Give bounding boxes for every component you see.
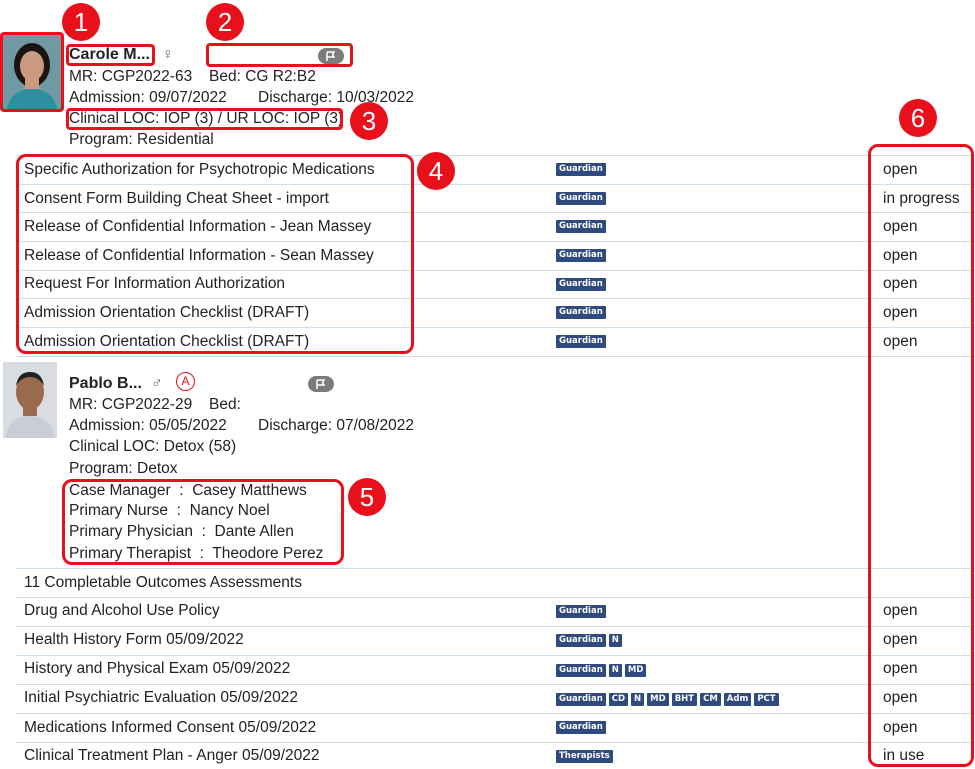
row-divider bbox=[16, 742, 975, 743]
row-divider bbox=[16, 713, 975, 714]
annotation-box-name bbox=[66, 44, 155, 66]
patient2-program: Program: Detox bbox=[69, 460, 178, 477]
form-title[interactable]: Initial Psychiatric Evaluation 05/09/202… bbox=[24, 688, 298, 708]
patient1-gender-icon: ♀ bbox=[162, 46, 174, 63]
row-divider bbox=[16, 597, 975, 598]
role-badges: Guardian N bbox=[556, 634, 622, 647]
form-title[interactable]: Medications Informed Consent 05/09/2022 bbox=[24, 718, 316, 738]
annotation-box-care-team bbox=[62, 479, 344, 565]
form-title[interactable]: Clinical Treatment Plan - Anger 05/09/20… bbox=[24, 746, 320, 766]
role-badge: Guardian bbox=[556, 664, 606, 677]
role-badge: Guardian bbox=[556, 192, 606, 205]
patient2-name[interactable]: Pablo B... bbox=[69, 374, 142, 394]
role-badges: Guardian bbox=[556, 605, 606, 618]
role-badges: Guardian bbox=[556, 721, 606, 734]
role-badge: Guardian bbox=[556, 605, 606, 618]
role-badges: Guardian bbox=[556, 163, 606, 176]
patient2-gender-icon: ♂ bbox=[151, 375, 163, 392]
patient1-mr: MR: CGP2022-63 bbox=[69, 68, 193, 85]
role-badges: Guardian CD N MD BHT CM Adm PCT bbox=[556, 693, 779, 706]
patient2-discharge: Discharge: 07/08/2022 bbox=[258, 417, 414, 434]
patient1-bed: Bed: CG R2:B2 bbox=[209, 68, 316, 85]
annotation-box-avatar bbox=[0, 32, 64, 112]
form-title[interactable]: History and Physical Exam 05/09/2022 bbox=[24, 659, 290, 679]
role-badge: Guardian bbox=[556, 693, 606, 706]
role-badge: Therapists bbox=[556, 750, 613, 763]
role-badges: Therapists bbox=[556, 750, 613, 763]
role-badges: Guardian bbox=[556, 220, 606, 233]
patient2-alert-icon[interactable]: A bbox=[176, 372, 195, 391]
outcomes-header[interactable]: 11 Completable Outcomes Assessments bbox=[24, 573, 302, 593]
annotation-marker-1: 1 bbox=[62, 3, 100, 41]
role-badge: MD bbox=[624, 664, 647, 677]
role-badge: Guardian bbox=[556, 306, 606, 319]
alert-icon-letter: A bbox=[181, 374, 190, 388]
annotation-marker-5: 5 bbox=[348, 478, 386, 516]
annotation-box-form-titles bbox=[16, 154, 414, 354]
row-divider bbox=[16, 655, 975, 656]
role-badges: Guardian bbox=[556, 306, 606, 319]
row-divider bbox=[16, 684, 975, 685]
role-badge: CD bbox=[608, 693, 629, 706]
patient2-loc: Clinical LOC: Detox (58) bbox=[69, 438, 237, 455]
form-title[interactable]: Drug and Alcohol Use Policy bbox=[24, 601, 220, 621]
role-badge: Guardian bbox=[556, 249, 606, 262]
annotation-box-loc bbox=[66, 108, 343, 130]
role-badges: Guardian bbox=[556, 335, 606, 348]
annotation-marker-6: 6 bbox=[899, 99, 937, 137]
patient2-flag-button[interactable] bbox=[308, 376, 334, 392]
role-badges: Guardian bbox=[556, 278, 606, 291]
role-badge: Guardian bbox=[556, 634, 606, 647]
role-badge: MD bbox=[647, 693, 669, 706]
annotation-marker-4: 4 bbox=[417, 152, 455, 190]
patient2-mr: MR: CGP2022-29 bbox=[69, 396, 193, 413]
role-badge: N bbox=[631, 693, 645, 706]
flag-icon bbox=[316, 378, 326, 389]
annotation-box-status-column bbox=[868, 144, 974, 767]
avatar-photo-icon bbox=[3, 362, 57, 438]
role-badge: Guardian bbox=[556, 220, 606, 233]
role-badge: Guardian bbox=[556, 163, 606, 176]
annotation-marker-3: 3 bbox=[350, 102, 388, 140]
role-badge: Guardian bbox=[556, 278, 606, 291]
annotation-marker-2: 2 bbox=[206, 3, 244, 41]
role-badge: Adm bbox=[723, 693, 752, 706]
role-badge: CM bbox=[700, 693, 721, 706]
role-badge: PCT bbox=[754, 693, 779, 706]
patient1-discharge: Discharge: 10/03/2022 bbox=[258, 89, 414, 106]
form-title[interactable]: Health History Form 05/09/2022 bbox=[24, 630, 244, 650]
patient2-admission: Admission: 05/05/2022 bbox=[69, 417, 227, 434]
row-divider bbox=[16, 626, 975, 627]
role-badge: BHT bbox=[671, 693, 698, 706]
role-badge: N bbox=[608, 664, 622, 677]
annotation-box-flag bbox=[206, 43, 353, 67]
role-badges: Guardian bbox=[556, 192, 606, 205]
role-badge: Guardian bbox=[556, 335, 606, 348]
role-badges: Guardian N MD bbox=[556, 664, 647, 677]
patient1-program: Program: Residential bbox=[69, 131, 214, 148]
patient2-bed: Bed: bbox=[209, 396, 241, 413]
role-badge: N bbox=[608, 634, 622, 647]
role-badge: Guardian bbox=[556, 721, 606, 734]
row-divider bbox=[16, 568, 975, 569]
role-badges: Guardian bbox=[556, 249, 606, 262]
patient1-admission: Admission: 09/07/2022 bbox=[69, 89, 227, 106]
patient2-avatar[interactable] bbox=[3, 362, 57, 438]
row-divider bbox=[16, 356, 975, 357]
